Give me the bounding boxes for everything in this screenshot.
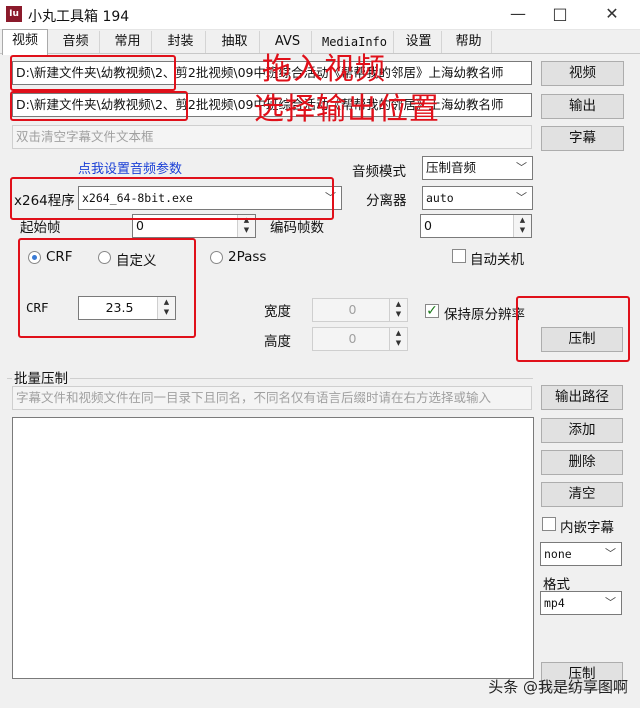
- start-frame-value: 0: [136, 218, 144, 233]
- audio-mode-label: 音频模式: [352, 164, 406, 180]
- splitter-select[interactable]: auto ﹀: [422, 186, 533, 210]
- format-label: 格式: [543, 577, 570, 593]
- embed-subtitle-label: 内嵌字幕: [560, 520, 614, 536]
- keep-resolution-checkbox[interactable]: ✓: [425, 304, 439, 318]
- subtitle-lang-value: none: [544, 547, 572, 561]
- output-path-button[interactable]: 输出路径: [541, 385, 623, 410]
- width-input[interactable]: 0 ▲ ▼: [312, 298, 408, 322]
- subtitle-field[interactable]: 双击清空字幕文件文本框: [12, 125, 532, 149]
- tab-video[interactable]: 视频: [2, 29, 48, 55]
- auto-shutdown-checkbox[interactable]: [452, 249, 466, 263]
- tab-settings[interactable]: 设置: [396, 31, 442, 53]
- audio-mode-select[interactable]: 压制音频 ﹀: [422, 156, 533, 180]
- keep-resolution-label: 保持原分辨率: [444, 307, 525, 323]
- minimize-icon[interactable]: —: [496, 2, 540, 28]
- radio-2pass[interactable]: [210, 251, 223, 264]
- width-value: 0: [348, 302, 357, 317]
- splitter-value: auto: [426, 191, 454, 205]
- embed-subtitle-checkbox[interactable]: [542, 517, 556, 531]
- window-title: 小丸工具箱 194: [28, 9, 130, 25]
- delete-button[interactable]: 删除: [541, 450, 623, 475]
- audio-settings-link[interactable]: 点我设置音频参数: [78, 158, 182, 177]
- annotation-box-x264: [10, 177, 334, 220]
- chevron-down-icon: ﹀: [516, 161, 527, 174]
- chevron-down-icon: ﹀: [516, 191, 527, 204]
- annotation-drag-video: 拖入视频: [262, 52, 386, 87]
- batch-legend: 批量压制: [12, 367, 70, 387]
- output-button[interactable]: 输出: [541, 94, 624, 119]
- tab-common[interactable]: 常用: [104, 31, 152, 53]
- add-button[interactable]: 添加: [541, 418, 623, 443]
- annotation-box-crf: [18, 238, 196, 338]
- spinner-icon[interactable]: ▲ ▼: [389, 299, 407, 321]
- close-icon[interactable]: ✕: [590, 2, 634, 28]
- clear-button[interactable]: 清空: [541, 482, 623, 507]
- 2pass-mode-label: 2Pass: [228, 249, 267, 265]
- chevron-down-icon: ﹀: [605, 547, 616, 560]
- tab-mux[interactable]: 封装: [156, 31, 206, 53]
- tab-extract[interactable]: 抽取: [210, 31, 260, 53]
- format-select[interactable]: mp4 ﹀: [540, 591, 622, 615]
- encode-frames-value: 0: [424, 218, 432, 233]
- subtitle-lang-select[interactable]: none ﹀: [540, 542, 622, 566]
- spinner-icon[interactable]: ▲ ▼: [389, 328, 407, 350]
- maximize-icon[interactable]: □: [538, 2, 582, 28]
- height-label: 高度: [264, 334, 291, 350]
- spinner-icon[interactable]: ▲ ▼: [513, 215, 531, 237]
- encode-frames-input[interactable]: 0 ▲ ▼: [420, 214, 532, 238]
- chevron-down-icon: ﹀: [605, 596, 616, 609]
- auto-shutdown-label: 自动关机: [470, 252, 524, 268]
- subtitle-button[interactable]: 字幕: [541, 126, 624, 151]
- watermark: 头条 @我是纺享图啊: [488, 678, 628, 696]
- annotation-box-input: [10, 55, 176, 91]
- width-label: 宽度: [264, 304, 291, 320]
- batch-file-list[interactable]: [12, 417, 534, 679]
- height-value: 0: [348, 331, 357, 346]
- audio-mode-value: 压制音频: [426, 160, 477, 175]
- tab-audio[interactable]: 音频: [52, 31, 100, 53]
- annotation-choose-output: 选择输出位置: [254, 92, 440, 127]
- annotation-box-output: [10, 91, 188, 121]
- format-value: mp4: [544, 596, 565, 610]
- annotation-box-encode: [516, 296, 630, 362]
- batch-hint-field[interactable]: 字幕文件和视频文件在同一目录下且同名，不同名仅有语言后缀时请在右方选择或输入: [12, 386, 532, 410]
- height-input[interactable]: 0 ▲ ▼: [312, 327, 408, 351]
- app-icon: Iu: [6, 6, 22, 22]
- splitter-label: 分离器: [366, 193, 407, 209]
- tab-help[interactable]: 帮助: [446, 31, 492, 53]
- video-button[interactable]: 视频: [541, 61, 624, 86]
